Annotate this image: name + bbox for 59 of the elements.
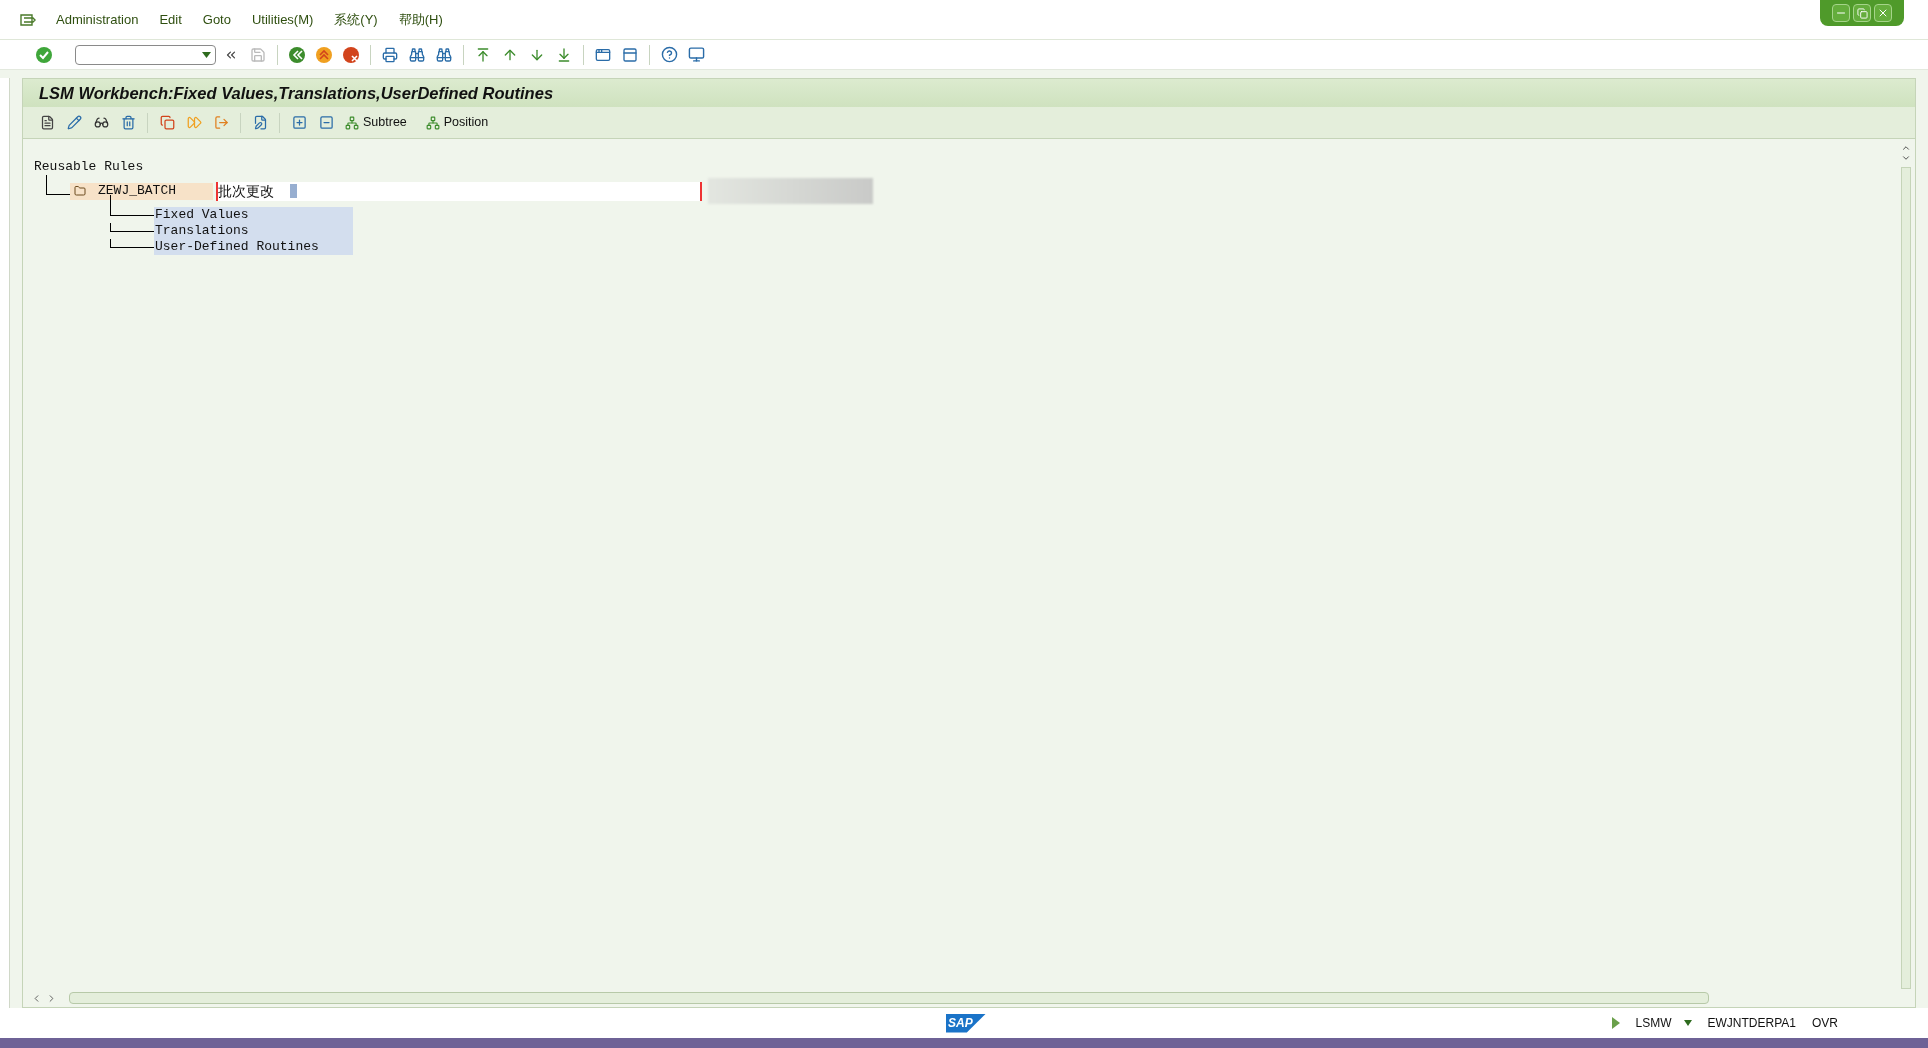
horizontal-scrollbar[interactable] — [69, 992, 1709, 1004]
minimize-button[interactable] — [1832, 4, 1850, 22]
status-expand-icon[interactable] — [1611, 1017, 1620, 1029]
fast-forward-icon — [186, 115, 202, 130]
arrow-up-icon — [475, 46, 491, 63]
menu-item[interactable]: 系统(Y) — [334, 9, 378, 30]
printer-icon — [382, 46, 398, 63]
close-button[interactable] — [1874, 4, 1892, 22]
document-icon — [39, 115, 55, 130]
trash-icon — [120, 115, 136, 130]
help-icon — [660, 46, 678, 63]
text-cursor — [290, 184, 297, 198]
insert-mode: OVR — [1812, 1015, 1838, 1032]
dropdown-icon — [202, 51, 211, 58]
toolbar-button[interactable]: Subtree — [341, 113, 419, 132]
description-field[interactable]: 批次更改 — [216, 181, 702, 201]
cancel-icon — [342, 45, 360, 64]
edit-icon — [252, 115, 268, 130]
tree-icon — [425, 115, 440, 130]
arrow-down-icon — [556, 46, 572, 63]
check-icon — [35, 45, 53, 64]
menu-item[interactable]: Goto — [202, 9, 231, 30]
system-name: EWJNTDERPA1 — [1707, 1015, 1796, 1032]
binoculars-icon — [436, 46, 452, 63]
exit-icon — [315, 45, 333, 64]
menu-item[interactable]: Administration — [56, 9, 139, 30]
close-icon — [1877, 7, 1889, 19]
expand-icon — [291, 115, 307, 130]
toolbar-button[interactable]: Position — [421, 113, 501, 132]
menu-item[interactable]: Utilities(M) — [251, 9, 314, 30]
export-icon — [213, 115, 229, 130]
tree-root-label: Reusable Rules — [34, 159, 144, 175]
glasses-icon — [93, 115, 109, 130]
restore-icon — [1856, 7, 1868, 19]
command-field[interactable] — [75, 44, 216, 65]
back-icon — [288, 45, 306, 64]
sap-logo: SAP — [946, 1013, 986, 1033]
tree-icon — [345, 115, 359, 130]
collapse-icon — [318, 115, 334, 130]
menu-item[interactable]: 帮助(H) — [398, 9, 443, 30]
tree-leaf-label[interactable]: User-Defined Routines — [154, 239, 353, 255]
tree-leaf-label[interactable]: Fixed Values — [154, 207, 353, 223]
transaction-code: LSMW — [1635, 1015, 1672, 1032]
monitor-icon — [687, 46, 705, 63]
window-icon — [595, 46, 611, 63]
tree-leaf-label[interactable]: Translations — [154, 223, 353, 239]
folder-icon — [74, 185, 86, 197]
screen-title: LSM Workbench:Fixed Values,Translations,UserDefined Routines — [39, 82, 554, 104]
copy-icon — [159, 115, 175, 130]
dropdown-icon — [1683, 1020, 1692, 1026]
binoculars-icon — [409, 46, 425, 63]
restore-button[interactable] — [1853, 4, 1871, 22]
window-icon — [622, 46, 638, 63]
pencil-icon — [66, 115, 82, 130]
menu-icon[interactable] — [20, 12, 36, 27]
save-icon — [250, 46, 266, 63]
scroll-down-icon — [1901, 153, 1911, 163]
menu-item[interactable]: Edit — [159, 9, 182, 30]
scroll-up-icon — [1901, 143, 1911, 153]
